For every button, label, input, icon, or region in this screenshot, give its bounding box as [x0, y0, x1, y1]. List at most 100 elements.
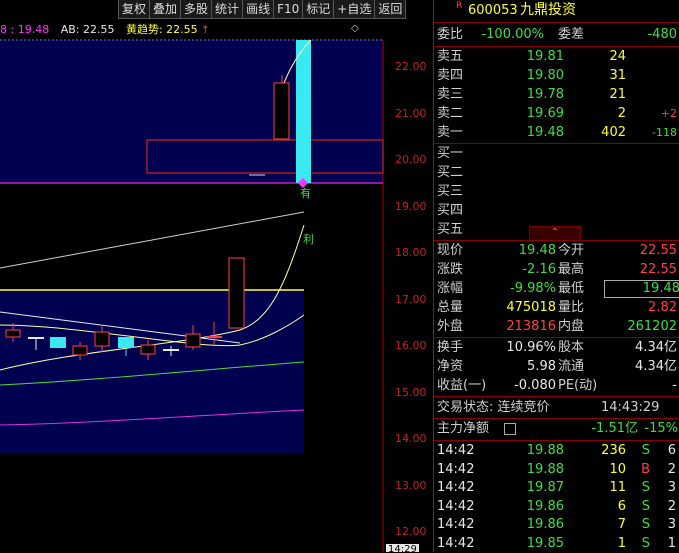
- bid-row[interactable]: 买二: [434, 163, 679, 182]
- kline-chart[interactable]: 有 利 ◇ 22.00 21.00 20.00 19.00 18.00 17.00 16.0…: [0, 0, 433, 552]
- tick-volume: 11: [609, 480, 626, 495]
- candle: [72, 345, 88, 356]
- diamond-icon[interactable]: ◇: [351, 23, 359, 34]
- fund-label: 流通: [558, 359, 585, 374]
- quote-label: 总量: [437, 300, 464, 315]
- status-label: 交易状态: 连续竞价: [437, 400, 550, 415]
- tick-time: 14:42: [437, 480, 475, 495]
- capital-label: 主力净额: [437, 421, 490, 436]
- tick-time: 14:42: [437, 517, 475, 532]
- bid-row[interactable]: 买三: [434, 182, 679, 201]
- candle: [94, 331, 110, 347]
- ask-row[interactable]: 卖五 19.81 24: [434, 47, 679, 66]
- toolbar-button[interactable]: 多股: [180, 0, 213, 19]
- tick-side: S: [641, 498, 650, 514]
- toolbar-button[interactable]: 标记: [302, 0, 335, 19]
- quote-value: 2.82: [648, 300, 677, 315]
- capital-flow-row[interactable]: 主力净额 -1.51亿 -15%: [434, 419, 679, 438]
- status-time: 14:43:29: [601, 400, 660, 415]
- quote-value: 22.55: [639, 262, 677, 277]
- expand-chevron-icon[interactable]: ⌃: [529, 226, 581, 241]
- quote-value: 19.48: [604, 280, 679, 298]
- bid-row[interactable]: 买一: [434, 144, 679, 163]
- tick-price: 19.86: [526, 498, 564, 514]
- quote-row: 外盘 213816 内盘 261202: [434, 317, 679, 336]
- legend-item-3: 黄趋势: 22.55: [125, 23, 198, 36]
- tick-row: 14:42 19.85 1 S 1: [434, 534, 679, 553]
- ask-row[interactable]: 卖二 19.69 2 +2: [434, 104, 679, 123]
- price-tick-label: 16.00: [395, 339, 427, 352]
- candle: [228, 257, 245, 329]
- toolbar-button[interactable]: 复权: [118, 0, 151, 19]
- divider: [434, 396, 679, 397]
- ask-label: 卖一: [437, 125, 464, 140]
- quote-row: 涨幅 -9.98% 最低 19.48: [434, 279, 679, 298]
- kline-svg[interactable]: [0, 0, 433, 552]
- tick-time: 14:42: [437, 443, 475, 458]
- tick-price: 19.88: [526, 461, 564, 477]
- list-icon[interactable]: [504, 423, 516, 435]
- ask-label: 卖三: [437, 87, 464, 102]
- trend-zone-upper: [0, 40, 383, 183]
- toolbar-button[interactable]: F10: [273, 0, 304, 19]
- quote-row: 总量 475018 量比 2.82: [434, 298, 679, 317]
- fund-value: 4.34亿: [635, 359, 677, 374]
- bottom-time-badge: 14:29: [386, 544, 419, 552]
- legend-arrow-icon: ↑: [201, 25, 210, 36]
- divider: [434, 22, 679, 23]
- ask-row[interactable]: 卖四 19.80 31: [434, 66, 679, 85]
- quote-label: 涨幅: [437, 281, 464, 296]
- quote-row: 现价 19.48 今开 22.55: [434, 241, 679, 260]
- tick-count: 3: [667, 517, 676, 532]
- quote-value: 261202: [627, 319, 677, 334]
- quote-label: 最低: [558, 281, 585, 296]
- toolbar-button[interactable]: +自选: [333, 0, 376, 19]
- tick-count: 3: [667, 480, 676, 495]
- ask-price: 19.69: [526, 106, 564, 121]
- ask-row[interactable]: 卖三 19.78 21: [434, 85, 679, 104]
- white-trend-line: [0, 211, 305, 269]
- fund-row: 净资 5.98 流通 4.34亿: [434, 357, 679, 376]
- tick-count: 2: [667, 461, 676, 477]
- trading-status: 交易状态: 连续竞价 14:43:29: [434, 398, 679, 417]
- toolbar-button[interactable]: 统计: [211, 0, 244, 19]
- ask-price: 19.81: [526, 49, 564, 64]
- price-tick-label: 13.00: [395, 478, 427, 492]
- quote-label: 涨跌: [437, 262, 464, 277]
- quote-value: -9.98%: [510, 281, 556, 296]
- bid-label: 买三: [437, 184, 464, 199]
- legend-item-2: AB: 22.55: [60, 23, 115, 36]
- stock-header[interactable]: R 600053 九鼎投资: [434, 1, 679, 20]
- bid-label: 买一: [437, 146, 464, 161]
- candle: [50, 337, 66, 348]
- fund-value: 5.98: [527, 359, 556, 374]
- toolbar-button[interactable]: 返回: [374, 0, 407, 19]
- ask-price: 19.48: [526, 125, 564, 140]
- tick-side: S: [641, 443, 650, 458]
- tick-count: 6: [667, 443, 676, 458]
- quote-value: -2.16: [522, 262, 556, 277]
- fund-label: PE(动): [558, 378, 598, 393]
- price-tick-label: 14.00: [395, 432, 427, 445]
- quote-value: 19.48: [518, 243, 556, 258]
- bid-label: 买五: [437, 222, 464, 237]
- tick-row: 14:42 19.86 7 S 3: [434, 515, 679, 534]
- tick-volume: 6: [617, 498, 626, 514]
- ask-volume: 24: [609, 49, 626, 64]
- signal-li-label: 利: [303, 233, 314, 246]
- tick-volume: 10: [609, 461, 626, 477]
- commit-ratio: -100.00%: [481, 27, 544, 42]
- price-tick-label: 22.00: [395, 60, 427, 73]
- ask-row[interactable]: 卖一 19.48 402 -118: [434, 123, 679, 142]
- trend-zone-lower: [0, 290, 304, 453]
- commit-ratio-label: 委比: [437, 27, 464, 42]
- ask-price: 19.78: [526, 87, 564, 102]
- price-tick-label: 21.00: [395, 106, 427, 120]
- toolbar-button[interactable]: 画线: [242, 0, 275, 19]
- ask-price: 19.80: [526, 68, 564, 83]
- toolbar-button[interactable]: 叠加: [149, 0, 182, 19]
- r-badge: R: [456, 1, 463, 11]
- bid-row[interactable]: 买四: [434, 201, 679, 220]
- candle: [5, 329, 21, 338]
- quote-label: 最高: [558, 262, 585, 277]
